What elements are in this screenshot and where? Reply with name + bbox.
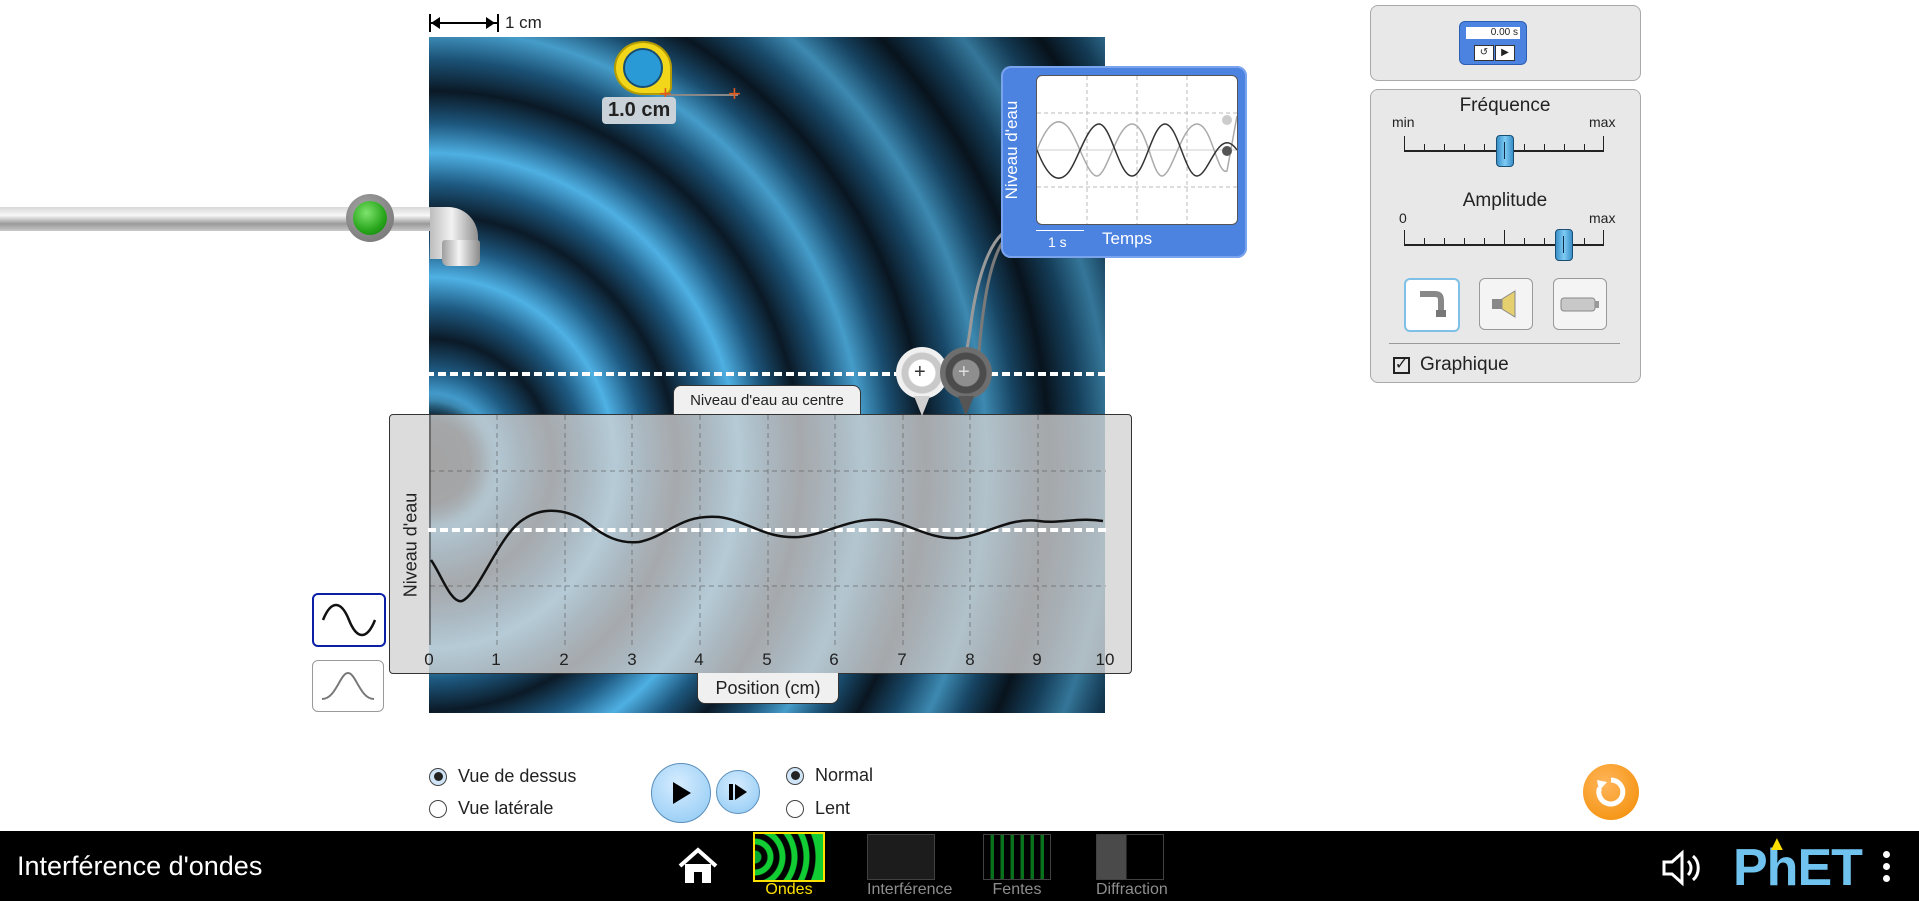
app-title: Interférence d'ondes — [17, 851, 263, 881]
scale-bar — [429, 14, 499, 34]
graph-title: Niveau d'eau au centre — [690, 391, 844, 409]
tab-ondes[interactable]: Ondes — [753, 832, 825, 899]
x-tick: 1 — [491, 650, 501, 669]
continuous-wave-button[interactable] — [312, 593, 386, 647]
frequency-slider-thumb[interactable] — [1496, 135, 1514, 167]
sine-wave-icon — [321, 603, 377, 637]
graph-xlabel: Position (cm) — [715, 677, 821, 698]
x-tick: 0 — [424, 650, 434, 669]
ondes-thumbnail — [753, 832, 825, 882]
view-top-radio[interactable]: Vue de dessus — [429, 766, 576, 787]
play-button[interactable] — [651, 763, 711, 823]
view-side-radio[interactable]: Vue latérale — [429, 798, 553, 819]
x-tick: 4 — [694, 650, 704, 669]
phet-logo[interactable]: PhET ▲ — [1733, 833, 1863, 898]
amplitude-min-label: 0 — [1399, 210, 1407, 226]
pulse-icon — [321, 671, 375, 700]
graph-checkbox[interactable]: ✓ Graphique — [1393, 354, 1509, 376]
diffraction-thumbnail — [1096, 834, 1164, 880]
probe-xlabel: Temps — [1102, 229, 1153, 248]
step-button[interactable] — [716, 770, 760, 814]
water-source-button[interactable] — [1404, 278, 1460, 332]
tab-ondes-label: Ondes — [765, 881, 813, 898]
speaker-icon — [1492, 290, 1516, 318]
x-tick: 8 — [965, 650, 975, 669]
light-source-button[interactable] — [1553, 278, 1607, 330]
sound-icon[interactable] — [1660, 848, 1708, 893]
tab-interference-label: Interférence — [867, 881, 953, 898]
stopwatch-icon[interactable]: 0.00 s ↺ ▶ — [1459, 21, 1527, 65]
navigation-bar — [0, 831, 1919, 901]
frequency-slider[interactable] — [1404, 132, 1604, 167]
sound-source-button[interactable] — [1479, 278, 1533, 330]
menu-icon[interactable] — [1883, 851, 1891, 887]
interference-thumbnail — [867, 834, 935, 880]
view-side-label: Vue latérale — [458, 798, 554, 818]
amplitude-max-label: max — [1589, 210, 1616, 226]
laser-icon — [1560, 297, 1599, 312]
view-top-label: Vue de dessus — [458, 766, 577, 786]
speed-slow-label: Lent — [815, 798, 851, 818]
timer-display: 0.00 s — [1466, 27, 1520, 39]
timer-play-button[interactable]: ▶ — [1495, 45, 1515, 61]
pulse-wave-button[interactable] — [312, 660, 384, 712]
checkmark-icon: ✓ — [1393, 356, 1410, 374]
reset-all-button[interactable] — [1583, 764, 1639, 820]
fentes-thumbnail — [983, 834, 1051, 880]
tab-diffraction-label: Diffraction — [1096, 881, 1168, 898]
step-forward-icon — [729, 784, 747, 800]
speed-normal-label: Normal — [815, 765, 874, 785]
x-tick: 9 — [1032, 650, 1042, 669]
timer-reset-button[interactable]: ↺ — [1474, 45, 1494, 61]
play-icon — [673, 782, 691, 804]
amplitude-slider-thumb[interactable] — [1555, 229, 1573, 261]
x-tick: 6 — [829, 650, 839, 669]
amplitude-slider[interactable] — [1404, 226, 1604, 261]
graph-wave-curve — [429, 509, 1104, 603]
probe-plot — [1036, 75, 1238, 225]
tape-label: 1.0 cm — [602, 97, 677, 124]
tab-fentes-label: Fentes — [992, 881, 1042, 898]
tab-fentes[interactable]: Fentes — [983, 834, 1051, 899]
home-icon[interactable] — [676, 846, 720, 891]
x-tick: 5 — [762, 650, 772, 669]
graph-checkbox-label: Graphique — [1420, 354, 1509, 375]
water-faucet-icon — [1420, 291, 1446, 317]
tape-line[interactable] — [664, 94, 738, 96]
frequency-title: Fréquence — [1459, 95, 1551, 116]
tab-diffraction[interactable]: Diffraction — [1096, 834, 1168, 899]
probe-crosshair-icon: + — [958, 361, 970, 383]
probe-marker-light — [1222, 115, 1232, 125]
graph-xlabel-tab[interactable]: Position (cm) — [697, 673, 839, 704]
x-tick: 2 — [559, 650, 569, 669]
x-tick: 10 — [1095, 650, 1115, 669]
speed-normal-radio[interactable]: Normal — [786, 765, 873, 786]
frequency-min-label: min — [1392, 114, 1415, 130]
probe-marker-dark — [1222, 146, 1232, 156]
frequency-max-label: max — [1589, 114, 1616, 130]
faucet-on-button[interactable] — [346, 194, 394, 242]
x-tick: 3 — [627, 650, 637, 669]
scale-label: 1 cm — [505, 13, 542, 32]
tape-end-handle[interactable]: + — [728, 83, 741, 105]
graph-title-tab[interactable]: Niveau d'eau au centre — [673, 385, 861, 414]
faucet-nozzle — [442, 240, 480, 266]
panel-divider — [1389, 343, 1620, 344]
x-tick: 7 — [897, 650, 907, 669]
amplitude-title: Amplitude — [1462, 190, 1548, 211]
tab-interference[interactable]: Interférence — [867, 834, 953, 899]
speed-slow-radio[interactable]: Lent — [786, 798, 850, 819]
reset-icon — [1596, 777, 1626, 807]
probe-crosshair-icon: + — [914, 361, 926, 383]
